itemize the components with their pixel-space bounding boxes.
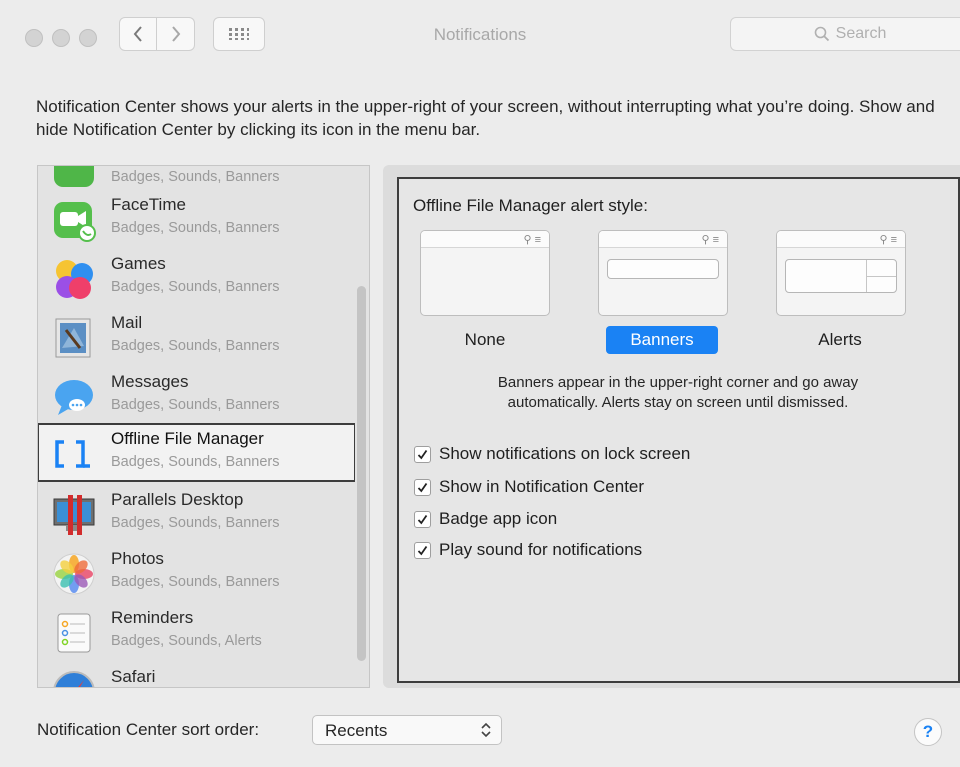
help-button[interactable]: ? [914, 718, 942, 746]
photos-icon [52, 552, 96, 596]
facetime-partial-icon [52, 166, 96, 191]
app-name: Messages [111, 372, 189, 391]
safari-icon [52, 670, 96, 687]
option-lock-screen[interactable]: Show notifications on lock screen [414, 443, 690, 465]
option-notification-center[interactable]: Show in Notification Center [414, 476, 644, 498]
list-item-reminders[interactable]: Reminders Badges, Sounds, Alerts [38, 602, 355, 661]
messages-icon [52, 375, 96, 419]
alert-style-description: Banners appear in the upper-right corner… [398, 373, 958, 413]
list-item-safari[interactable]: Safari [38, 661, 355, 687]
app-status: Badges, Sounds, Banners [111, 338, 280, 354]
menu-bar-icons: ⚲ ≡ [701, 234, 719, 246]
mail-icon [52, 316, 96, 360]
app-status: Badges, Sounds, Banners [111, 397, 280, 413]
intro-text: Notification Center shows your alerts in… [36, 97, 935, 139]
app-name: Photos [111, 549, 164, 568]
option-badge-app-icon[interactable]: Badge app icon [414, 508, 557, 530]
list-item-offline-file-manager[interactable]: Offline File Manager Badges, Sounds, Ban… [38, 423, 356, 482]
alert-style-banners-label[interactable]: Banners [606, 326, 718, 354]
sort-order-value: Recents [325, 721, 388, 740]
stepper-arrows-icon [481, 722, 491, 738]
badge-app-icon-checkbox[interactable] [414, 510, 431, 528]
app-name: Offline File Manager [111, 429, 264, 448]
option-label: Badge app icon [439, 509, 558, 528]
search-placeholder: Search [835, 25, 887, 42]
app-name: Games [111, 254, 166, 273]
app-status: Badges, Sounds, Banners [111, 515, 280, 531]
title-bar: Notifications Search [0, 0, 960, 74]
app-name: FaceTime [111, 195, 186, 214]
alert-box-preview [785, 259, 897, 293]
app-name: Reminders [111, 608, 194, 627]
list-item-parallels-desktop[interactable]: Parallels Desktop Badges, Sounds, Banner… [38, 484, 355, 543]
offline-file-manager-icon [52, 432, 96, 476]
app-name: Parallels Desktop [111, 490, 244, 509]
app-status: Badges, Sounds, Alerts [111, 633, 262, 649]
option-label: Show notifications on lock screen [439, 444, 691, 463]
list-item-mail[interactable]: Mail Badges, Sounds, Banners [38, 307, 355, 366]
checkmark-icon [417, 482, 428, 492]
alert-style-title: Offline File Manager alert style: [413, 196, 648, 215]
app-status: Badges, Sounds, Banners [111, 454, 280, 470]
menu-bar-icons: ⚲ ≡ [879, 234, 897, 246]
app-status: Badges, Sounds, Banners [111, 220, 280, 236]
sort-order-label: Notification Center sort order: [37, 720, 260, 739]
menu-bar-icons: ⚲ ≡ [523, 234, 541, 246]
alert-style-alerts-label[interactable]: Alerts [800, 326, 880, 354]
description-line: automatically. Alerts stay on screen unt… [507, 394, 849, 411]
checkmark-icon [417, 514, 428, 524]
app-name: Mail [111, 313, 143, 332]
facetime-icon [52, 198, 96, 242]
search-input[interactable]: Search [730, 17, 960, 51]
sort-order-select[interactable]: Recents [312, 715, 502, 745]
notification-center-checkbox[interactable] [414, 478, 431, 496]
checkmark-icon [417, 545, 428, 555]
app-status: Badges, Sounds, Banners [111, 169, 280, 185]
app-status: Badges, Sounds, Banners [111, 574, 280, 590]
banner-preview [607, 259, 719, 279]
description-line: Banners appear in the upper-right corner… [497, 374, 859, 391]
checkmark-icon [417, 449, 428, 459]
lock-screen-checkbox[interactable] [414, 445, 431, 463]
alert-style-banners-preview[interactable]: ⚲ ≡ [598, 230, 728, 316]
option-label: Play sound for notifications [439, 540, 643, 559]
app-name: Safari [111, 667, 156, 686]
list-item-games[interactable]: Games Badges, Sounds, Banners [38, 248, 355, 307]
alert-style-alerts-preview[interactable]: ⚲ ≡ [776, 230, 906, 316]
option-label: Show in Notification Center [439, 477, 645, 496]
parallels-icon [52, 493, 96, 537]
list-item-messages[interactable]: Messages Badges, Sounds, Banners [38, 366, 355, 425]
game-center-icon [52, 257, 96, 301]
list-item-photos[interactable]: Photos Badges, Sounds, Banners [38, 543, 355, 602]
alert-style-none-preview[interactable]: ⚲ ≡ [420, 230, 550, 316]
list-item-facetime[interactable]: FaceTime Badges, Sounds, Banners [38, 189, 355, 248]
app-status: Badges, Sounds, Banners [111, 279, 280, 295]
alert-style-none-label[interactable]: None [445, 326, 525, 354]
app-list[interactable]: Badges, Sounds, Banners FaceTime Badges,… [37, 165, 370, 688]
notifications-window: Notifications Search Notification Center… [0, 0, 960, 767]
option-play-sound[interactable]: Play sound for notifications [414, 539, 642, 561]
play-sound-checkbox[interactable] [414, 541, 431, 559]
search-icon [814, 26, 829, 42]
list-scrollbar-thumb[interactable] [357, 286, 366, 661]
reminders-icon [52, 611, 96, 655]
